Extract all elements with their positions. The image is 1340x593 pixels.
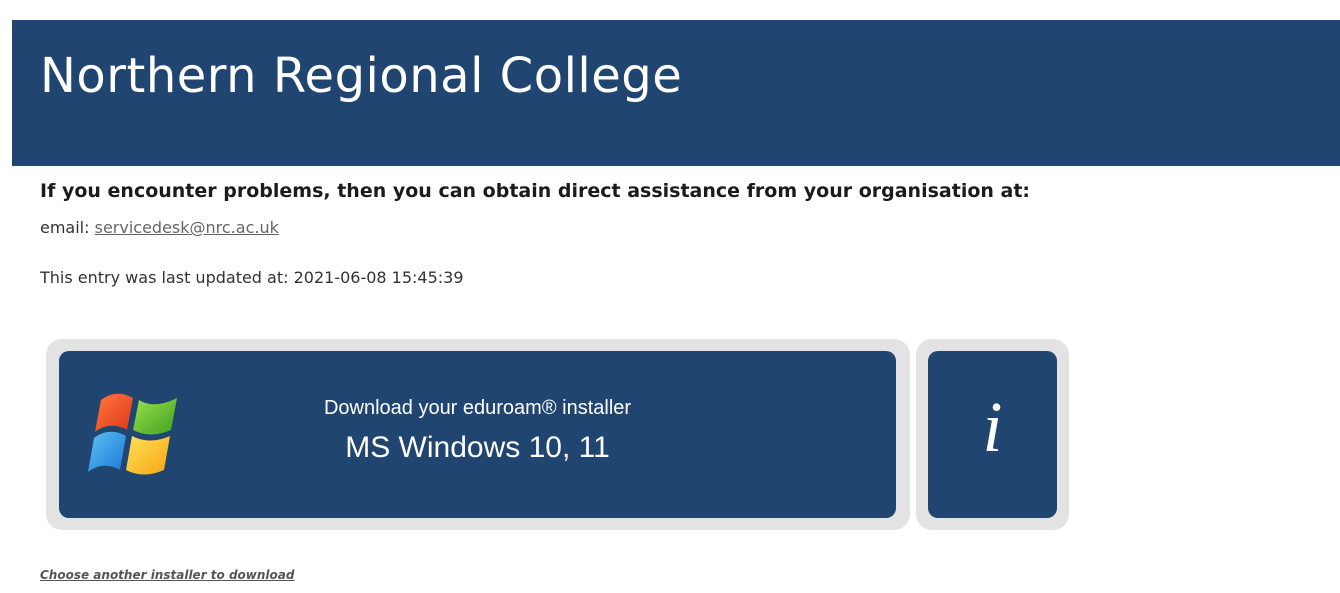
download-button-subtitle: Download your eduroam® installer xyxy=(323,397,632,419)
last-updated-text: This entry was last updated at: 2021-06-… xyxy=(40,268,464,287)
email-label: email: xyxy=(40,218,95,237)
choose-another-installer-link[interactable]: Choose another installer to download xyxy=(40,568,294,582)
download-button-frame: Download your eduroam® installer MS Wind… xyxy=(46,339,910,530)
info-icon: i xyxy=(982,387,1003,467)
download-installer-button[interactable]: Download your eduroam® installer MS Wind… xyxy=(59,351,896,518)
download-button-platform: MS Windows 10, 11 xyxy=(345,431,610,464)
support-heading: If you encounter problems, then you can … xyxy=(40,180,1031,202)
support-email-line: email: servicedesk@nrc.ac.uk xyxy=(40,218,279,237)
header-banner: Northern Regional College xyxy=(12,20,1340,166)
info-button-frame: i xyxy=(916,339,1069,530)
support-email-link[interactable]: servicedesk@nrc.ac.uk xyxy=(95,218,279,237)
info-button[interactable]: i xyxy=(928,351,1057,518)
page-title: Northern Regional College xyxy=(40,48,683,104)
